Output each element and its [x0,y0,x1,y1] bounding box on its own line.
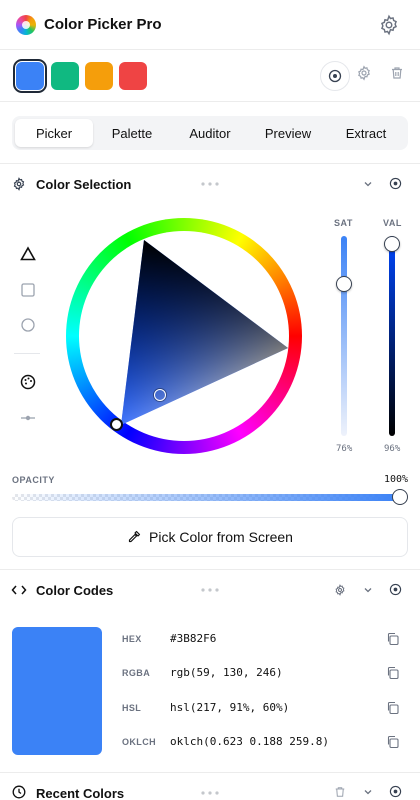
target-icon[interactable] [389,583,402,596]
swatch-settings-icon[interactable] [356,65,372,81]
value-slider-thumb[interactable] [384,236,400,252]
pick-color-button[interactable]: Pick Color from Screen [12,517,408,557]
code-label: OKLCH [122,737,156,747]
circle-icon[interactable] [19,316,37,334]
tab-auditor[interactable]: Auditor [171,119,249,147]
color-wheel[interactable] [66,218,302,454]
section-title: Recent Colors [36,786,125,800]
app-header: Color Picker Pro [0,0,420,50]
eyedropper-icon [128,530,141,543]
section-title: Color Codes [36,583,114,598]
swatch-color-4[interactable] [119,62,147,90]
recent-colors-header[interactable]: Recent Colors [0,772,420,800]
tab-label: Preview [264,125,312,141]
saturation-slider[interactable] [341,236,347,436]
code-row-oklch: OKLCH oklch(0.623 0.188 259.8) [122,733,404,753]
square-icon[interactable] [19,281,37,299]
swatch-color-2[interactable] [51,62,79,90]
code-icon [11,585,27,595]
code-row-hex: HEX #3B82F6 [122,630,404,650]
target-icon[interactable] [389,177,402,190]
code-row-hsl: HSL hsl(217, 91%, 60%) [122,699,404,719]
tab-picker[interactable]: Picker [15,119,93,147]
color-selection-header[interactable]: Color Selection [0,163,420,203]
copy-icon[interactable] [386,666,400,680]
gear-icon[interactable] [334,584,346,596]
tab-extract[interactable]: Extract [327,119,405,147]
opacity-slider[interactable] [12,494,402,501]
saturation-value-triangle[interactable] [66,218,302,454]
target-icon[interactable] [389,785,402,798]
triangle-picker-handle[interactable] [154,389,166,401]
opacity-slider-thumb[interactable] [392,489,408,505]
target-icon [328,69,342,83]
app-title: Color Picker Pro [44,16,162,33]
tab-bar: Picker Palette Auditor Preview Extract [12,116,408,150]
trash-icon[interactable] [334,786,346,798]
gear-icon [13,177,25,191]
clock-icon [12,785,26,799]
copy-icon[interactable] [386,632,400,646]
value-slider[interactable] [389,236,395,436]
opacity-value: 100% [384,474,409,485]
tab-label: Palette [111,125,153,141]
code-value[interactable]: rgb(59, 130, 246) [170,666,283,679]
hue-ring-handle[interactable] [110,418,123,431]
tab-label: Picker [35,125,73,141]
saturation-slider-thumb[interactable] [336,276,352,292]
color-preview-swatch [12,627,102,755]
sat-value: 76% [336,444,353,454]
slider-icon[interactable] [19,409,37,427]
triangle-icon[interactable] [19,245,37,263]
copy-icon[interactable] [386,735,400,749]
swatch-color-1[interactable] [13,59,47,93]
palette-icon[interactable] [19,373,37,391]
chevron-down-icon[interactable] [362,786,374,798]
code-row-rgba: RGBA rgb(59, 130, 246) [122,664,404,684]
val-value: 96% [384,444,401,454]
sat-label: SAT [334,218,353,228]
code-label: HEX [122,634,142,644]
drag-handle-icon[interactable] [200,182,220,186]
tool-divider [14,353,40,354]
tab-label: Extract [345,125,387,141]
app-logo-icon [16,15,36,35]
gear-icon[interactable] [378,14,400,36]
tab-label: Auditor [189,125,231,141]
code-value[interactable]: oklch(0.623 0.188 259.8) [170,735,329,748]
trash-icon[interactable] [390,66,404,80]
opacity-label: OPACITY [12,475,55,485]
tab-preview[interactable]: Preview [249,119,327,147]
code-value[interactable]: #3B82F6 [170,632,216,645]
drag-handle-icon[interactable] [200,588,220,592]
code-value[interactable]: hsl(217, 91%, 60%) [170,701,289,714]
code-label: RGBA [122,668,151,678]
copy-icon[interactable] [386,701,400,715]
color-codes-header[interactable]: Color Codes [0,569,420,609]
drag-handle-icon[interactable] [200,791,220,795]
pick-color-label: Pick Color from Screen [149,529,293,545]
swatch-color-3[interactable] [85,62,113,90]
chevron-down-icon[interactable] [362,178,374,190]
section-title: Color Selection [36,177,132,192]
add-swatch-button[interactable] [320,61,350,91]
chevron-down-icon[interactable] [362,584,374,596]
code-label: HSL [122,703,142,713]
val-label: VAL [383,218,402,228]
tab-palette[interactable]: Palette [93,119,171,147]
